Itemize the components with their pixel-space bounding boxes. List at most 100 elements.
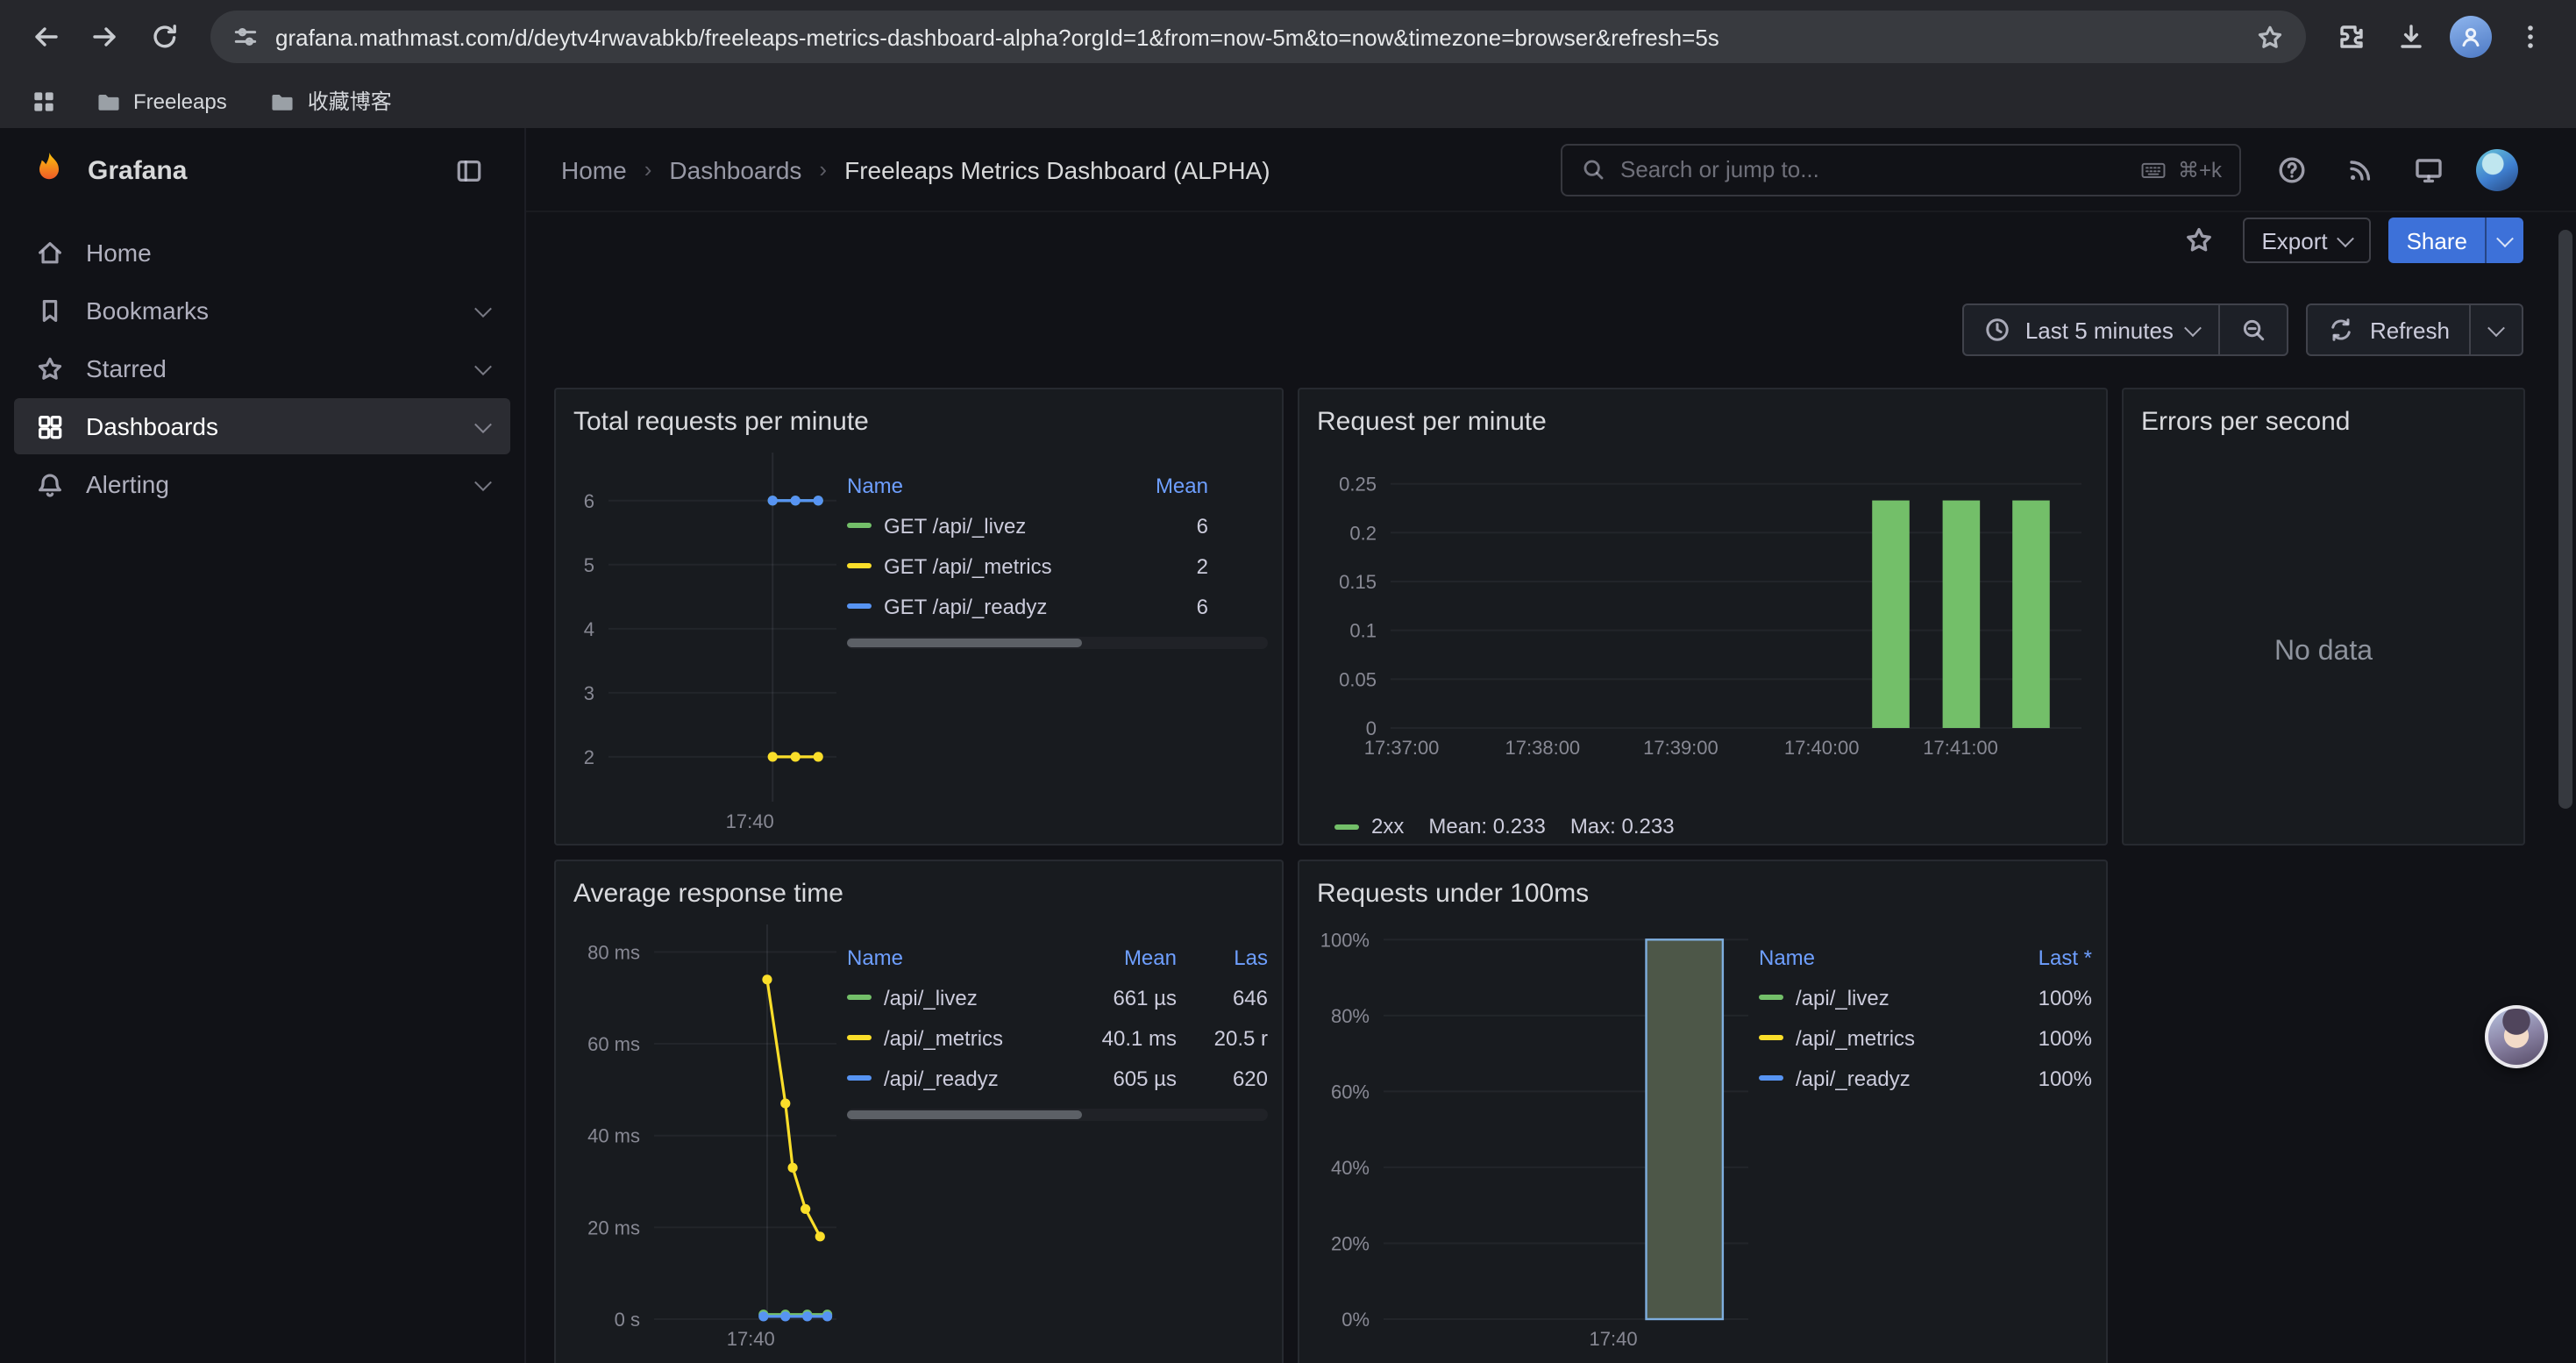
legend-row[interactable]: /api/_livez 100% bbox=[1759, 977, 2092, 1017]
breadcrumb-dashboards[interactable]: Dashboards bbox=[669, 155, 801, 183]
panel-errors-per-second: Errors per second No data bbox=[2122, 388, 2525, 846]
legend-row[interactable]: /api/_metrics 100% bbox=[1759, 1017, 2092, 1058]
panel-title[interactable]: Errors per second bbox=[2124, 389, 2523, 442]
legend-col-name[interactable]: Name bbox=[1759, 945, 2001, 969]
legend-item[interactable]: 2xx bbox=[1334, 814, 1404, 838]
svg-text:0.2: 0.2 bbox=[1349, 522, 1377, 544]
series-last: 20.5 r bbox=[1177, 1025, 1268, 1050]
downloads-button[interactable] bbox=[2383, 9, 2439, 65]
share-button[interactable]: Share bbox=[2389, 218, 2485, 263]
series-swatch bbox=[847, 1035, 872, 1040]
legend-scrollbar[interactable] bbox=[847, 1109, 1268, 1121]
chevron-down-icon[interactable] bbox=[474, 299, 492, 317]
dashboards-grid-icon bbox=[35, 411, 65, 441]
legend-col-last[interactable]: Last * bbox=[2001, 945, 2092, 969]
page-scrollbar[interactable] bbox=[2558, 230, 2572, 809]
display-button[interactable] bbox=[2402, 143, 2455, 196]
site-info-icon[interactable] bbox=[231, 23, 260, 51]
share-caret-button[interactable] bbox=[2485, 218, 2523, 263]
forward-button[interactable] bbox=[77, 9, 133, 65]
panel-body: 100%80%60%40%20%0%17:40 Name Last * /api… bbox=[1299, 914, 2106, 1363]
sidebar-item-label: Starred bbox=[86, 354, 167, 382]
omnibox[interactable] bbox=[210, 11, 2306, 63]
chart-average-response-time[interactable]: 80 ms60 ms40 ms20 ms0 s17:40 bbox=[570, 914, 847, 1363]
back-button[interactable] bbox=[18, 9, 74, 65]
refresh-label: Refresh bbox=[2370, 317, 2450, 343]
folder-icon bbox=[269, 87, 297, 115]
bookmark-freeleaps[interactable]: Freeleaps bbox=[81, 83, 241, 118]
panel-title[interactable]: Total requests per minute bbox=[556, 389, 1282, 442]
sidebar-item-starred[interactable]: Starred bbox=[14, 340, 510, 396]
apps-grid-button[interactable] bbox=[21, 78, 67, 124]
favorite-star-button[interactable] bbox=[2172, 214, 2224, 267]
bookmark-star-icon[interactable] bbox=[2255, 22, 2285, 52]
chart-total-requests[interactable]: 6543217:40 bbox=[570, 442, 847, 833]
menu-button[interactable] bbox=[2502, 9, 2558, 65]
bell-icon bbox=[35, 469, 65, 499]
legend-row[interactable]: GET /api/_livez 6 bbox=[847, 505, 1268, 546]
svg-text:60%: 60% bbox=[1331, 1081, 1370, 1103]
scrollbar-thumb[interactable] bbox=[847, 1110, 1083, 1119]
scrollbar-thumb[interactable] bbox=[847, 639, 1083, 647]
legend-row[interactable]: GET /api/_metrics 2 bbox=[847, 546, 1268, 586]
sidebar-item-bookmarks[interactable]: Bookmarks bbox=[14, 282, 510, 339]
series-name: /api/_metrics bbox=[1796, 1025, 1915, 1050]
legend-col-last[interactable]: Las bbox=[1177, 945, 1268, 969]
legend-row[interactable]: GET /api/_readyz 6 bbox=[847, 586, 1268, 626]
grafana-logo[interactable] bbox=[28, 149, 70, 191]
legend-row[interactable]: /api/_readyz 100% bbox=[1759, 1058, 2092, 1098]
svg-text:80%: 80% bbox=[1331, 1005, 1370, 1027]
reload-button[interactable] bbox=[137, 9, 193, 65]
legend-col-name[interactable]: Name bbox=[847, 945, 1075, 969]
chevron-down-icon[interactable] bbox=[474, 473, 492, 490]
search-box[interactable]: ⌘+k bbox=[1561, 143, 2241, 196]
chevron-down-icon bbox=[2496, 229, 2514, 246]
refresh-interval-button[interactable] bbox=[2471, 303, 2523, 356]
bookmark-blog[interactable]: 收藏博客 bbox=[255, 82, 406, 119]
sidebar-brand: Grafana bbox=[0, 128, 524, 212]
bookmarks-bar: Freeleaps 收藏博客 bbox=[0, 74, 2576, 128]
reload-icon bbox=[149, 21, 181, 53]
sidebar-item-dashboards[interactable]: Dashboards bbox=[14, 398, 510, 454]
legend-col-name[interactable]: Name bbox=[847, 473, 1117, 497]
chevron-down-icon bbox=[2185, 318, 2202, 336]
legend: 2xx Mean: 0.233 Max: 0.233 bbox=[1313, 807, 2092, 846]
url-input[interactable] bbox=[275, 24, 2239, 50]
sidebar-item-alerting[interactable]: Alerting bbox=[14, 456, 510, 512]
time-controls: Last 5 minutes Refresh bbox=[554, 303, 2523, 356]
chart-request-per-minute[interactable]: 0.250.20.150.10.05017:37:0017:38:0017:39… bbox=[1313, 442, 2092, 807]
breadcrumb-home[interactable]: Home bbox=[561, 155, 627, 183]
panel-body: 80 ms60 ms40 ms20 ms0 s17:40 Name Mean L… bbox=[556, 914, 1282, 1363]
panel-title[interactable]: Requests under 100ms bbox=[1299, 861, 2106, 914]
zoom-out-button[interactable] bbox=[2221, 303, 2289, 356]
news-button[interactable] bbox=[2334, 143, 2387, 196]
panel-title[interactable]: Request per minute bbox=[1299, 389, 2106, 442]
series-swatch bbox=[1759, 1035, 1783, 1040]
svg-text:6: 6 bbox=[584, 490, 594, 512]
profile-button[interactable] bbox=[2443, 9, 2499, 65]
chevron-down-icon[interactable] bbox=[474, 415, 492, 432]
legend-col-mean[interactable]: Mean bbox=[1075, 945, 1177, 969]
sidebar-item-label: Dashboards bbox=[86, 412, 218, 440]
help-button[interactable] bbox=[2266, 143, 2318, 196]
time-range-button[interactable]: Last 5 minutes bbox=[1962, 303, 2221, 356]
search-input[interactable] bbox=[1620, 156, 2125, 182]
profile-avatar-icon bbox=[2450, 16, 2492, 58]
chevron-down-icon[interactable] bbox=[474, 357, 492, 375]
extensions-button[interactable] bbox=[2323, 9, 2380, 65]
legend-col-mean[interactable]: Mean bbox=[1117, 473, 1208, 497]
chat-avatar-button[interactable] bbox=[2485, 1005, 2548, 1068]
legend-row[interactable]: /api/_livez 661 µs 646 bbox=[847, 977, 1268, 1017]
refresh-button[interactable]: Refresh bbox=[2307, 303, 2471, 356]
panel-total-requests: Total requests per minute 6543217:40 Nam… bbox=[554, 388, 1284, 846]
sidebar-collapse-button[interactable] bbox=[444, 146, 493, 195]
sidebar-item-home[interactable]: Home bbox=[14, 225, 510, 281]
series-swatch bbox=[847, 523, 872, 528]
legend-row[interactable]: /api/_readyz 605 µs 620 bbox=[847, 1058, 1268, 1098]
legend-row[interactable]: /api/_metrics 40.1 ms 20.5 r bbox=[847, 1017, 1268, 1058]
panel-title[interactable]: Average response time bbox=[556, 861, 1282, 914]
user-avatar-button[interactable] bbox=[2471, 143, 2523, 196]
legend-scrollbar[interactable] bbox=[847, 637, 1268, 649]
chart-requests-under-100ms[interactable]: 100%80%60%40%20%0%17:40 bbox=[1313, 914, 1759, 1363]
export-button[interactable]: Export bbox=[2242, 218, 2371, 263]
